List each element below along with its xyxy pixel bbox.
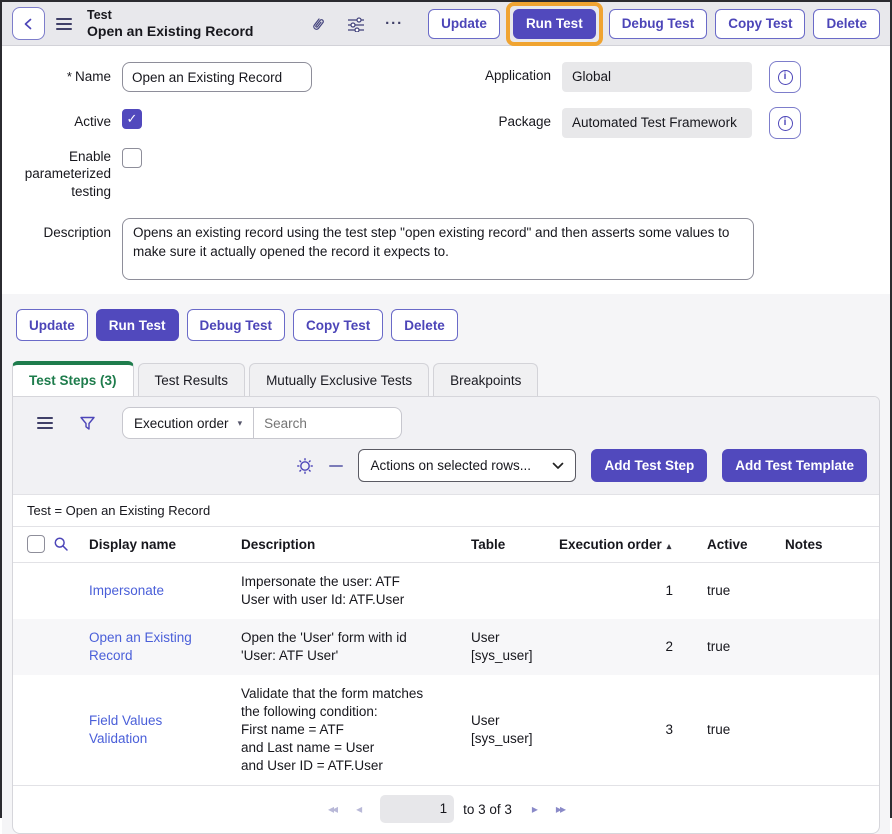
actions-on-selected-rows-select[interactable]: Actions on selected rows... [358,449,576,482]
personalize-sliders-icon[interactable] [347,16,365,32]
context-menu-icon[interactable] [56,18,72,30]
more-options-icon[interactable]: ··· [385,15,403,32]
cell-table: User [sys_user] [463,675,551,785]
next-page-icon[interactable]: ▸ [532,802,536,816]
cell-active: true [699,675,777,785]
delete-button-bottom[interactable]: Delete [391,309,458,341]
package-readonly-field: Automated Test Framework [562,108,752,138]
chevron-left-icon [22,17,36,31]
description-field-label: Description [2,218,122,280]
back-button[interactable] [12,7,45,40]
list-settings-gear-icon[interactable] [296,457,314,475]
cell-description: Impersonate the user: ATF User with user… [233,563,463,620]
application-field-label: Application [470,62,562,83]
collapse-minus-icon[interactable] [329,465,343,467]
column-header-table[interactable]: Table [463,527,551,563]
search-field-selector[interactable]: Execution order ▾ [122,407,254,439]
active-field-label: Active [2,107,122,131]
checkmark-icon: ✓ [127,111,138,127]
table-row: Field Values Validation Validate that th… [13,675,879,785]
debug-test-button[interactable]: Debug Test [609,9,708,39]
record-link[interactable]: Field Values Validation [89,713,162,746]
cell-execution-order: 2 [551,619,699,675]
tab-breakpoints[interactable]: Breakpoints [433,363,538,396]
column-header-notes[interactable]: Notes [777,527,879,563]
cell-active: true [699,563,777,620]
chevron-down-icon [552,462,564,470]
tab-mutually-exclusive-tests[interactable]: Mutually Exclusive Tests [249,363,429,396]
column-search-icon[interactable] [53,536,73,552]
add-test-template-button[interactable]: Add Test Template [722,449,867,482]
cell-notes [777,563,879,620]
debug-test-button-bottom[interactable]: Debug Test [187,309,286,341]
required-asterisk-icon: * [67,69,72,84]
name-input[interactable] [122,62,312,92]
run-test-button[interactable]: Run Test [513,9,596,39]
select-all-checkbox[interactable] [27,535,45,553]
add-test-step-button[interactable]: Add Test Step [591,449,707,482]
cell-description: Validate that the form matches the follo… [233,675,463,785]
first-page-icon[interactable]: ◂◂ [328,802,336,816]
attachment-paperclip-icon[interactable] [310,15,327,33]
record-link[interactable]: Open an Existing Record [89,630,192,663]
info-icon: i [778,70,793,85]
package-info-button[interactable]: i [769,107,801,139]
list-toolbar: Execution order ▾ [13,397,879,494]
description-textarea[interactable]: Opens an existing record using the test … [122,218,754,280]
copy-test-button-bottom[interactable]: Copy Test [293,309,383,341]
update-button-bottom[interactable]: Update [16,309,88,341]
list-search-input[interactable] [254,407,402,439]
column-header-display-name[interactable]: Display name [81,527,233,563]
cell-notes [777,619,879,675]
cell-execution-order: 3 [551,675,699,785]
cell-active: true [699,619,777,675]
previous-page-icon[interactable]: ◂ [356,802,360,816]
cell-table [463,563,551,620]
update-button[interactable]: Update [428,9,500,39]
application-info-button[interactable]: i [769,61,801,93]
cell-notes [777,675,879,785]
active-checkbox[interactable]: ✓ [122,109,142,129]
delete-button[interactable]: Delete [813,9,880,39]
enable-parameterized-testing-label: Enable parameterized testing [2,146,122,201]
filter-funnel-icon[interactable] [79,415,96,431]
enable-parameterized-testing-checkbox[interactable] [122,148,142,168]
application-readonly-field: Global [562,62,752,92]
chevron-down-icon: ▾ [238,418,243,429]
cell-description: Open the 'User' form with id 'User: ATF … [233,619,463,675]
cell-execution-order: 1 [551,563,699,620]
breadcrumb[interactable]: Test = Open an Existing Record [13,494,879,527]
page-title: Open an Existing Record [87,23,253,40]
list-menu-icon[interactable] [37,417,53,429]
record-title-block: Test Open an Existing Record [87,8,253,40]
run-test-highlight-callout: Run Test [506,2,603,46]
record-header: Test Open an Existing Record ··· Update [2,2,890,46]
column-header-active[interactable]: Active [699,527,777,563]
form-action-bar: Update Run Test Debug Test Copy Test Del… [2,309,890,341]
record-link[interactable]: Impersonate [89,583,164,598]
tab-test-steps[interactable]: Test Steps (3) [12,361,134,396]
cell-table: User [sys_user] [463,619,551,675]
test-steps-table: Display name Description Table Execution… [13,527,879,785]
table-row: Open an Existing Record Open the 'User' … [13,619,879,675]
table-row: Impersonate Impersonate the user: ATF Us… [13,563,879,620]
run-test-button-bottom[interactable]: Run Test [96,309,179,341]
list-pagination: ◂◂ ◂ 1 to 3 of 3 ▸ ▸▸ [13,785,879,833]
last-page-icon[interactable]: ▸▸ [556,802,564,816]
name-field-label: *Name [2,62,122,86]
related-list-tabs: Test Steps (3) Test Results Mutually Exc… [12,361,890,396]
info-icon: i [778,116,793,131]
tab-test-results[interactable]: Test Results [138,363,246,396]
package-field-label: Package [470,108,562,129]
sort-ascending-icon: ▴ [667,541,672,551]
test-steps-list-card: Execution order ▾ [12,396,880,834]
column-header-description[interactable]: Description [233,527,463,563]
copy-test-button[interactable]: Copy Test [715,9,805,39]
related-lists-section: Update Run Test Debug Test Copy Test Del… [2,294,890,834]
test-form: *Name Active ✓ Enable parameterized test… [2,46,890,294]
current-page-input[interactable]: 1 [380,795,454,823]
record-type-label: Test [87,8,253,23]
pagination-range-text: to 3 of 3 [463,802,512,817]
column-header-execution-order[interactable]: Execution order▴ [551,527,699,563]
